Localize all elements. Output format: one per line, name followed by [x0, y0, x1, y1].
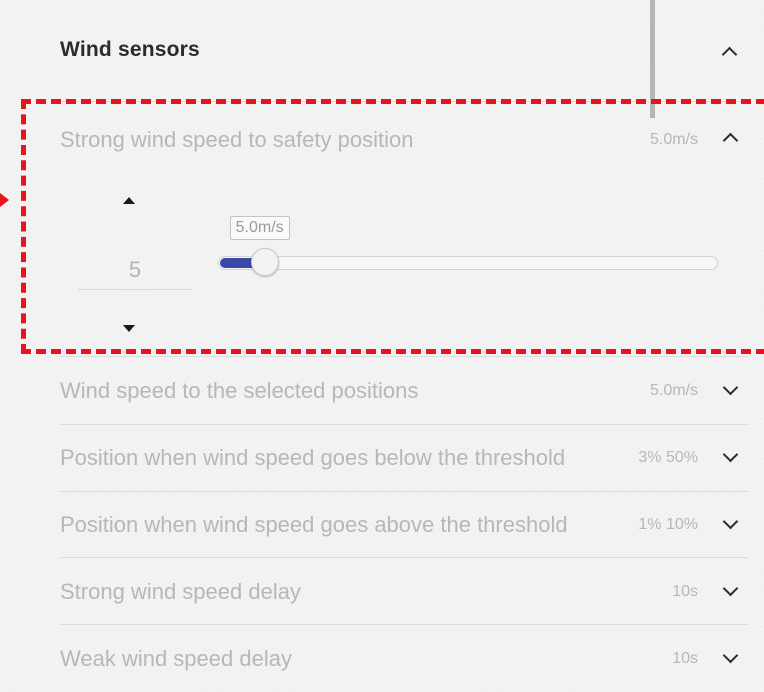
- setting-value: 5.0m/s: [649, 131, 698, 148]
- setting-value: 10s: [672, 650, 698, 667]
- setting-label: Strong wind speed to safety position: [60, 127, 414, 152]
- setting-value: 1% 10%: [638, 516, 698, 533]
- chevron-down-icon[interactable]: [722, 580, 739, 597]
- setting-label: Weak wind speed delay: [60, 646, 292, 671]
- slider-value-tooltip: 5.0m/s: [229, 216, 290, 240]
- setting-strong-wind-speed-to-safety: Strong wind speed to safety position 5.0…: [60, 103, 750, 353]
- divider: [60, 101, 748, 102]
- setting-label: Wind speed to the selected positions: [60, 378, 419, 403]
- setting-label: Position when wind speed goes above the …: [60, 512, 568, 537]
- annotation-arrow-icon: [0, 193, 9, 207]
- chevron-up-icon[interactable]: [721, 46, 738, 63]
- setting-row-position-below-threshold[interactable]: Position when wind speed goes below the …: [60, 425, 750, 491]
- stepper-decrement-icon[interactable]: [123, 325, 135, 332]
- panel-header[interactable]: Wind sensors: [60, 22, 750, 80]
- chevron-down-icon[interactable]: [722, 513, 739, 530]
- slider-thumb[interactable]: [250, 248, 279, 276]
- wind-sensors-panel: Wind sensors Strong wind speed to safety…: [0, 0, 764, 680]
- setting-label: Position when wind speed goes below the …: [60, 445, 566, 470]
- divider: [60, 557, 748, 558]
- chevron-down-icon[interactable]: [722, 446, 739, 463]
- stepper-input[interactable]: 5: [78, 255, 192, 290]
- setting-header[interactable]: Strong wind speed to safety position 5.0…: [60, 103, 750, 169]
- setting-row-strong-wind-delay[interactable]: Strong wind speed delay 10s: [60, 559, 750, 625]
- setting-value: 3% 50%: [638, 449, 698, 466]
- chevron-down-icon[interactable]: [722, 647, 739, 664]
- setting-row-wind-speed-selected-positions[interactable]: Wind speed to the selected positions 5.0…: [60, 358, 750, 424]
- stepper-increment-icon[interactable]: [123, 197, 135, 204]
- setting-value: 5.0m/s: [649, 382, 698, 399]
- panel-title: Wind sensors: [60, 38, 200, 61]
- chevron-down-icon[interactable]: [722, 379, 739, 396]
- setting-row-weak-wind-delay[interactable]: Weak wind speed delay 10s: [60, 626, 750, 692]
- setting-row-position-above-threshold[interactable]: Position when wind speed goes above the …: [60, 492, 750, 558]
- divider: [60, 624, 748, 625]
- setting-label: Strong wind speed delay: [60, 579, 301, 604]
- divider: [60, 356, 748, 357]
- setting-value: 10s: [672, 583, 698, 600]
- chevron-up-icon[interactable]: [722, 132, 739, 149]
- slider-track[interactable]: [218, 256, 718, 270]
